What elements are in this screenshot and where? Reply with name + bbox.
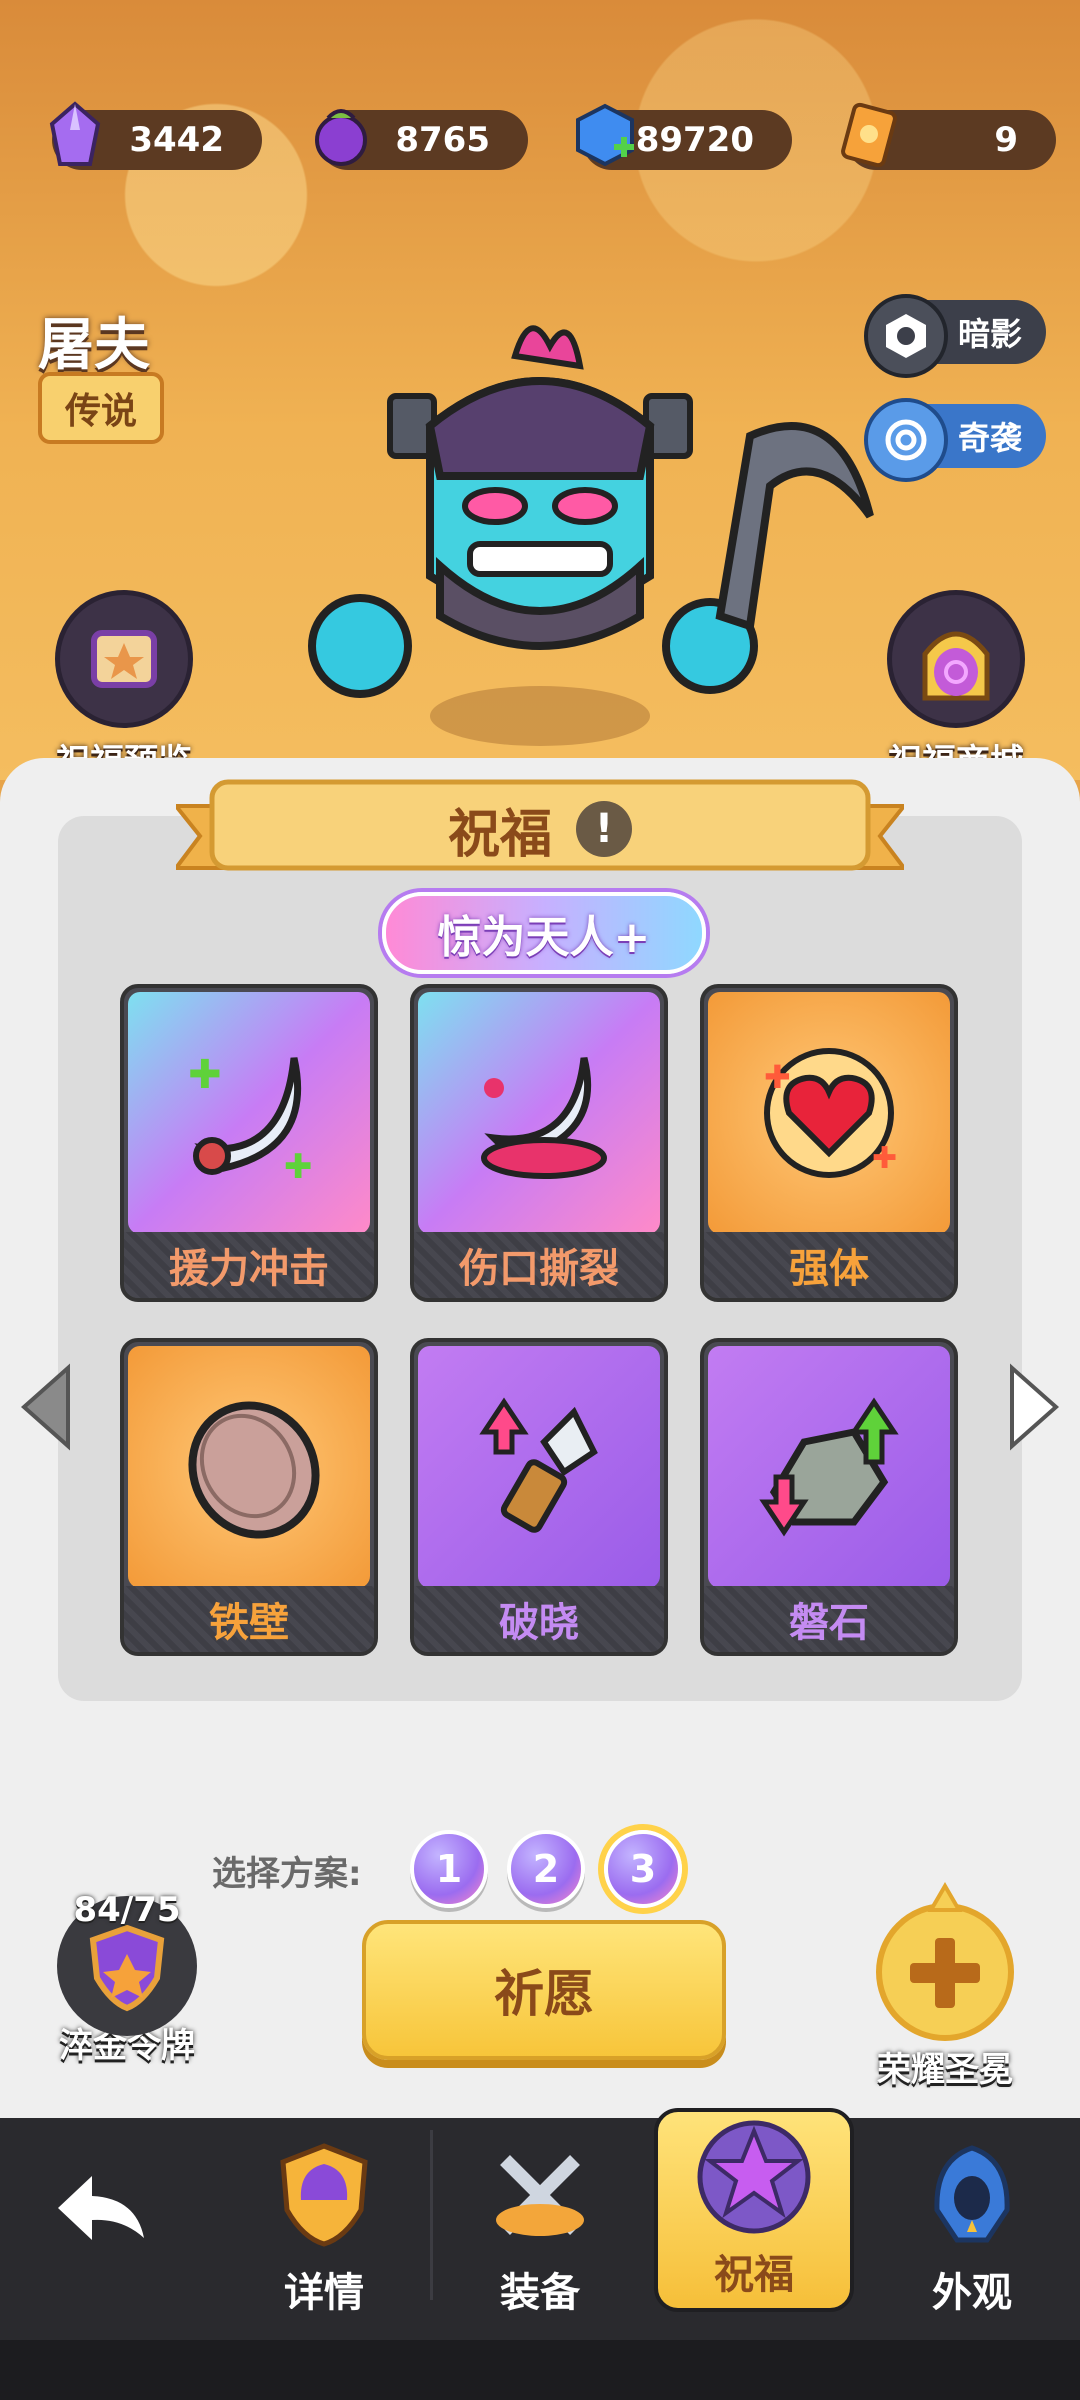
- purple-crystal-icon: [36, 96, 114, 174]
- resource-gem[interactable]: 89720: [576, 103, 792, 170]
- nav-details[interactable]: 详情: [224, 2130, 424, 2320]
- hood-icon: [872, 2130, 1072, 2260]
- green-potion-icon: [302, 96, 380, 174]
- svg-text:✚: ✚: [284, 1147, 313, 1187]
- helmet-icon: [224, 2130, 424, 2260]
- resource-crystal[interactable]: 3442: [49, 101, 262, 170]
- card-2-label: 伤口撕裂: [414, 1232, 664, 1298]
- crossed-swords-icon: [440, 2130, 640, 2260]
- purple-star-icon: [658, 2112, 850, 2242]
- card-1-label: 援力冲击: [124, 1232, 374, 1298]
- gilded-token[interactable]: 84/75 淬金令牌: [52, 1890, 202, 2067]
- plan-option-2[interactable]: 2: [507, 1830, 585, 1908]
- nav-appearance[interactable]: 外观: [872, 2130, 1072, 2320]
- blessing-card-3[interactable]: ✚ ✚ 强体: [700, 984, 958, 1302]
- nav-appearance-label: 外观: [932, 2270, 1012, 2316]
- glory-label: 荣耀圣冕: [877, 2050, 1013, 2090]
- token-shield-icon: [89, 1924, 165, 2012]
- nav-blessing-label: 祝福: [714, 2252, 794, 2298]
- prev-arrow-icon[interactable]: [18, 1362, 72, 1452]
- crown-plus-icon: [876, 1882, 1014, 2041]
- tag-ambush-label: 奇袭: [957, 419, 1022, 457]
- blessing-shop-button[interactable]: 祝福商城: [876, 590, 1036, 783]
- plan-option-1[interactable]: 1: [410, 1830, 488, 1908]
- resource-potion[interactable]: 8765: [315, 109, 528, 170]
- rock-arrows-icon: [708, 1346, 950, 1588]
- back-arrow-icon[interactable]: [52, 2168, 152, 2248]
- blessing-preview-button[interactable]: 祝福预览: [44, 590, 204, 783]
- glory-crown[interactable]: 荣耀圣冕: [850, 1880, 1040, 2091]
- portal-icon: [887, 590, 1025, 728]
- blue-gem-plus-icon: [566, 96, 644, 174]
- info-icon[interactable]: !: [576, 801, 632, 857]
- token-count: 84/75: [73, 1890, 181, 1930]
- plan-option-3[interactable]: 3: [604, 1830, 682, 1908]
- bloody-blade-icon: [418, 992, 660, 1234]
- blessing-card-5[interactable]: 破晓: [410, 1338, 668, 1656]
- nav-equipment[interactable]: 装备: [440, 2130, 640, 2320]
- next-arrow-icon[interactable]: [1008, 1362, 1062, 1452]
- pray-button[interactable]: 祈愿: [362, 1920, 726, 2060]
- resource-ticket-value: 9: [994, 120, 1018, 160]
- card-6-label: 磐石: [704, 1586, 954, 1652]
- crescent-blade-icon: ✚ ✚: [128, 992, 370, 1234]
- hero-character: [308, 325, 874, 746]
- nav-details-label: 详情: [284, 2270, 364, 2316]
- orange-ticket-icon: [830, 96, 908, 174]
- hero-name: 屠夫: [38, 313, 150, 378]
- blessing-title: 祝福 !: [176, 790, 904, 868]
- plan-label: 选择方案:: [212, 1854, 362, 1894]
- svg-text:✚: ✚: [188, 1052, 222, 1098]
- svg-text:✚: ✚: [764, 1058, 791, 1096]
- resource-potion-value: 8765: [395, 120, 490, 160]
- blessing-card-4[interactable]: 铁壁: [120, 1338, 378, 1656]
- svg-text:✚: ✚: [872, 1141, 897, 1176]
- system-bar: [0, 2340, 1080, 2400]
- blessing-card-6[interactable]: 磐石: [700, 1338, 958, 1656]
- card-5-label: 破晓: [414, 1586, 664, 1652]
- blessing-card-1[interactable]: ✚ ✚ 援力冲击: [120, 984, 378, 1302]
- resource-crystal-value: 3442: [129, 120, 224, 160]
- card-4-label: 铁壁: [124, 1586, 374, 1652]
- blessing-set-name: 惊为天人+: [382, 892, 706, 974]
- nav-divider: [430, 2130, 433, 2300]
- blessing-card-2[interactable]: 伤口撕裂: [410, 984, 668, 1302]
- book-icon: [55, 590, 193, 728]
- resource-ticket[interactable]: 9: [841, 102, 1056, 170]
- shield-icon: [128, 1346, 370, 1588]
- nav-blessing[interactable]: 祝福: [654, 2108, 854, 2312]
- tag-shadow-label: 暗影: [957, 315, 1022, 353]
- dagger-up-icon: [418, 1346, 660, 1588]
- rarity-badge: 传说: [38, 372, 164, 444]
- card-3-label: 强体: [704, 1232, 954, 1298]
- blessing-title-text: 祝福: [447, 804, 552, 865]
- resource-gem-value: 89720: [635, 120, 754, 160]
- nav-equipment-label: 装备: [500, 2270, 580, 2316]
- heart-burst-icon: ✚ ✚: [708, 992, 950, 1234]
